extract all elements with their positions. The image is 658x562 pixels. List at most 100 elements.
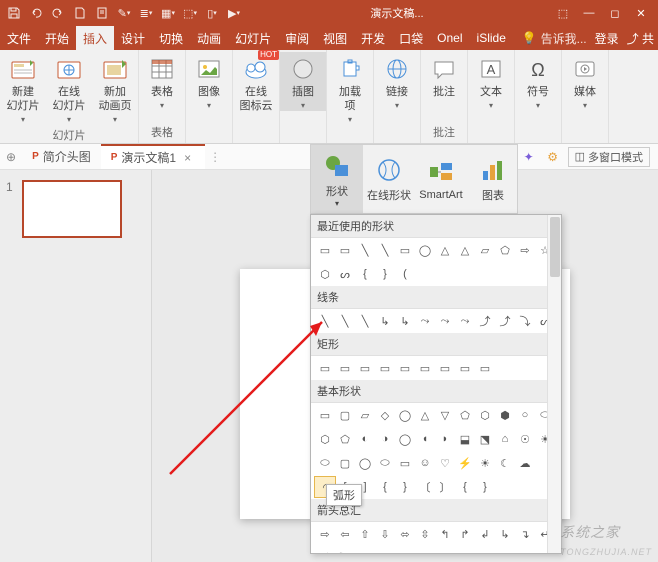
maximize-icon[interactable]: ◻: [602, 0, 628, 26]
shape-cell[interactable]: ⬂: [395, 548, 415, 554]
shape-cell[interactable]: ⬄: [395, 524, 415, 544]
wordcloud-button[interactable]: HOT 在线 图标云: [233, 52, 279, 114]
qat-paste-icon[interactable]: ▯▾: [202, 3, 222, 23]
shape-cell[interactable]: ⬁: [375, 548, 395, 554]
shape-cell[interactable]: ⬃: [415, 548, 435, 554]
shape-cell[interactable]: ⤵: [515, 311, 535, 331]
qat-redo-icon[interactable]: [48, 3, 68, 23]
shape-cell[interactable]: ▭: [395, 453, 415, 473]
shapes-button[interactable]: 形状▾: [311, 145, 363, 213]
shape-cell[interactable]: {: [455, 477, 475, 497]
smartart-button[interactable]: SmartArt: [415, 145, 467, 213]
shape-cell[interactable]: ⬭: [375, 453, 395, 473]
shape-cell[interactable]: ↳: [495, 524, 515, 544]
shape-cell[interactable]: ▢: [335, 405, 355, 425]
shape-cell[interactable]: }: [395, 477, 415, 497]
close-tab-icon[interactable]: ×: [180, 151, 195, 165]
tab-slideshow[interactable]: 幻灯片: [228, 26, 278, 50]
new-tab-icon[interactable]: ⊕: [0, 150, 22, 164]
shape-cell[interactable]: ▭: [415, 358, 435, 378]
shape-cell[interactable]: △: [415, 405, 435, 425]
image-button[interactable]: 图像▾: [186, 52, 232, 111]
tab-animation[interactable]: 动画: [190, 26, 228, 50]
shape-cell[interactable]: ⬠: [455, 405, 475, 425]
shape-cell[interactable]: {: [355, 264, 375, 284]
shape-cell[interactable]: △: [455, 240, 475, 260]
shape-cell[interactable]: ⇩: [375, 524, 395, 544]
shape-cell[interactable]: ⇨: [315, 524, 335, 544]
shape-cell[interactable]: ⬭: [315, 453, 335, 473]
shape-cell[interactable]: }: [475, 477, 495, 497]
new-slide-button[interactable]: 新建 幻灯片▾: [0, 52, 46, 125]
shape-cell[interactable]: ⤴: [315, 548, 335, 554]
shape-cell[interactable]: ↰: [435, 524, 455, 544]
new-anim-button[interactable]: 新加 动画页▾: [92, 52, 138, 125]
shape-cell[interactable]: ⇨: [515, 240, 535, 260]
shape-cell[interactable]: ◐: [355, 429, 375, 449]
shape-cell[interactable]: ╲: [335, 311, 355, 331]
tab-transition[interactable]: 切换: [152, 26, 190, 50]
shape-cell[interactable]: ▭: [375, 358, 395, 378]
shape-cell[interactable]: ⌂: [495, 429, 515, 449]
shape-cell[interactable]: ╲: [375, 240, 395, 260]
login-link[interactable]: 登录: [591, 30, 623, 47]
online-shapes-button[interactable]: 在线形状: [363, 145, 415, 213]
tab-insert[interactable]: 插入: [76, 26, 114, 50]
shape-cell[interactable]: ╲: [355, 311, 375, 331]
tell-me[interactable]: 告诉我...: [541, 30, 587, 47]
shape-cell[interactable]: ▭: [395, 240, 415, 260]
text-button[interactable]: A 文本▾: [468, 52, 514, 111]
qat-play-icon[interactable]: ▶▾: [224, 3, 244, 23]
qat-undo-icon[interactable]: [26, 3, 46, 23]
table-button[interactable]: 表格▾: [139, 52, 185, 111]
tab-onel[interactable]: Onel: [430, 26, 469, 50]
shape-cell[interactable]: ⬢: [495, 405, 515, 425]
shape-cell[interactable]: ▭: [315, 405, 335, 425]
addin-button[interactable]: 加载 项▾: [327, 52, 373, 125]
shape-cell[interactable]: ▢: [335, 453, 355, 473]
shape-cell[interactable]: [415, 264, 435, 284]
shape-cell[interactable]: ▭: [315, 240, 335, 260]
shape-cell[interactable]: ◯: [395, 429, 415, 449]
shape-cell[interactable]: }: [375, 264, 395, 284]
shape-cell[interactable]: ♡: [435, 453, 455, 473]
shape-cell[interactable]: ▱: [475, 240, 495, 260]
shape-cell[interactable]: ◑: [375, 429, 395, 449]
shape-cell[interactable]: ◗: [435, 429, 455, 449]
shape-cell[interactable]: ☀: [475, 453, 495, 473]
shape-cell[interactable]: ▭: [455, 358, 475, 378]
shape-cell[interactable]: ⤧: [515, 548, 535, 554]
shape-cell[interactable]: ☾: [495, 453, 515, 473]
shape-cell[interactable]: ☁: [515, 453, 535, 473]
tab-design[interactable]: 设计: [114, 26, 152, 50]
tab-pocket[interactable]: 口袋: [392, 26, 430, 50]
online-slide-button[interactable]: 在线 幻灯片▾: [46, 52, 92, 125]
qat-chart-icon[interactable]: ⬚▾: [180, 3, 200, 23]
shape-cell[interactable]: ╲: [355, 240, 375, 260]
chart-button[interactable]: 图表: [467, 145, 519, 213]
tab-home[interactable]: 开始: [38, 26, 76, 50]
shape-cell[interactable]: ▭: [335, 240, 355, 260]
doc-tab[interactable]: P 演示文稿1 ×: [101, 144, 205, 169]
shape-cell[interactable]: ⇳: [415, 524, 435, 544]
shape-cell[interactable]: (: [395, 264, 415, 284]
shape-cell[interactable]: ⤳: [455, 311, 475, 331]
shape-cell[interactable]: ▭: [335, 358, 355, 378]
shape-cell[interactable]: ▽: [435, 405, 455, 425]
shape-cell[interactable]: ☺: [415, 453, 435, 473]
shape-cell[interactable]: ⬔: [475, 429, 495, 449]
shape-cell[interactable]: ⤴: [495, 311, 515, 331]
shape-cell[interactable]: ⤳: [415, 311, 435, 331]
tool-icon[interactable]: ✦: [520, 148, 538, 166]
qat-brush-icon[interactable]: ✎▾: [114, 3, 134, 23]
tab-islide[interactable]: iSlide: [470, 26, 513, 50]
shape-cell[interactable]: ▭: [395, 358, 415, 378]
shape-cell[interactable]: ╲: [315, 311, 335, 331]
qat-new-icon[interactable]: [70, 3, 90, 23]
qat-list-icon[interactable]: ≣▾: [136, 3, 156, 23]
shape-cell[interactable]: ⚡: [455, 453, 475, 473]
multiwindow-button[interactable]: ◫ 多窗口模式: [568, 147, 650, 167]
shape-cell[interactable]: ▭: [435, 358, 455, 378]
ribbon-options-icon[interactable]: ⬚: [550, 0, 576, 26]
shape-cell[interactable]: 〕: [435, 477, 455, 497]
